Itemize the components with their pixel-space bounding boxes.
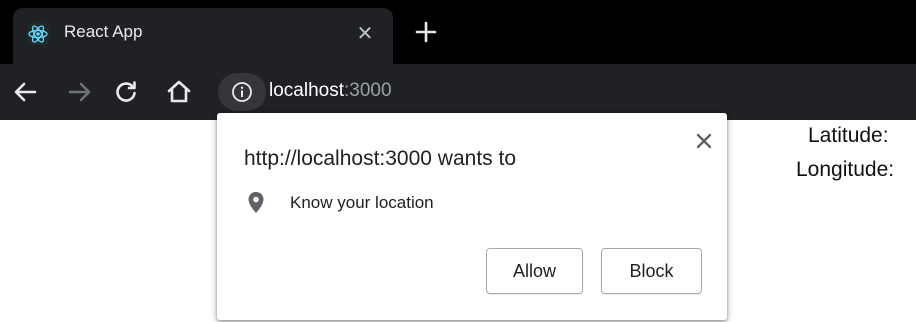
url-port: :3000	[344, 80, 392, 101]
latitude-label: Latitude:	[808, 124, 889, 147]
reload-icon[interactable]	[110, 76, 142, 108]
react-logo-icon	[27, 23, 49, 45]
browser-tab[interactable]: React App ✕	[13, 8, 393, 64]
popup-title: http://localhost:3000 wants to	[244, 147, 517, 170]
url-text[interactable]: localhost:3000	[269, 80, 392, 102]
new-tab-icon[interactable]	[412, 18, 440, 46]
permission-row: Know your location	[247, 191, 647, 215]
url-host: localhost	[269, 80, 344, 101]
tab-close-icon[interactable]: ✕	[353, 22, 377, 46]
address-bar[interactable]: localhost:3000	[218, 73, 908, 111]
permission-label: Know your location	[290, 193, 434, 212]
back-arrow-icon[interactable]	[9, 76, 41, 108]
forward-arrow-icon[interactable]	[64, 76, 96, 108]
tab-title: React App	[64, 22, 143, 41]
allow-button[interactable]: Allow	[486, 248, 583, 294]
browser-window: React App ✕ localhost:3000 Latitude: Lon…	[0, 0, 916, 322]
home-icon[interactable]	[163, 76, 195, 108]
tab-strip: React App ✕	[0, 0, 916, 64]
location-permission-popup: http://localhost:3000 wants to Know your…	[217, 113, 727, 320]
info-icon[interactable]	[218, 73, 266, 111]
close-icon[interactable]	[693, 130, 715, 152]
browser-toolbar: localhost:3000	[0, 64, 916, 120]
location-pin-icon	[247, 191, 265, 215]
block-button[interactable]: Block	[601, 248, 702, 294]
longitude-label: Longitude:	[796, 158, 895, 181]
